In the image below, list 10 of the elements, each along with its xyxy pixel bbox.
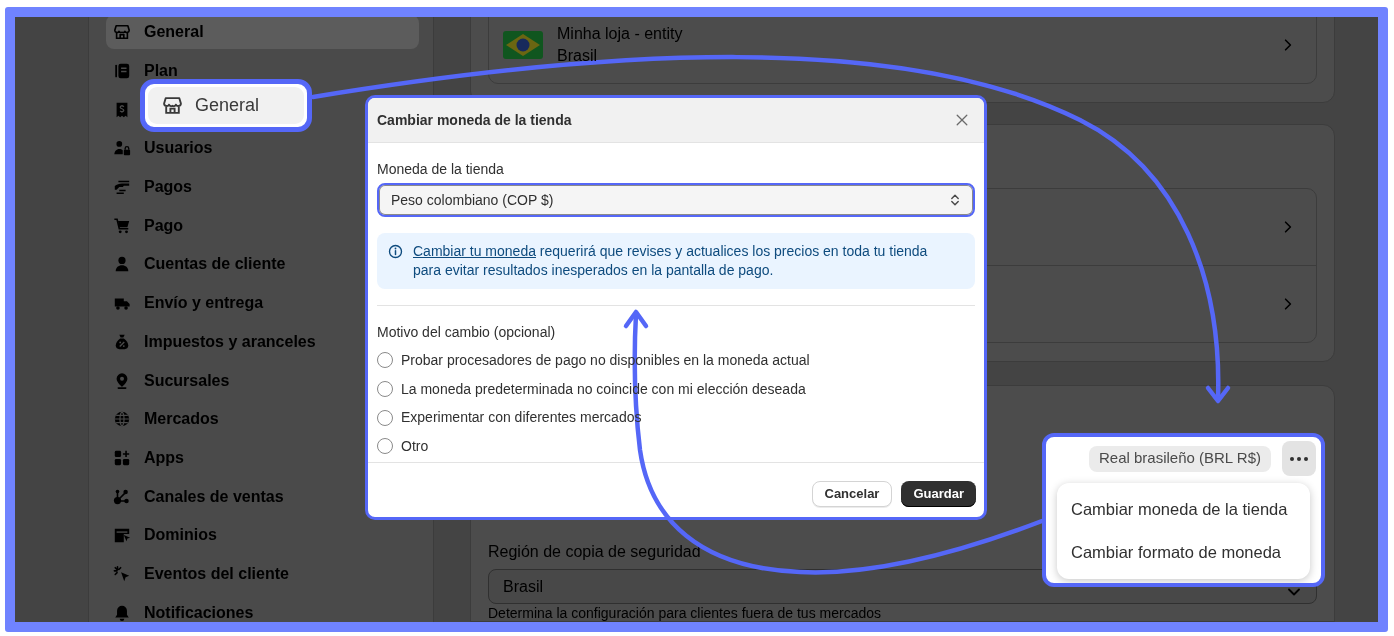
store-country: Brasil bbox=[557, 46, 597, 66]
field-label: Motivo del cambio (opcional) bbox=[377, 324, 556, 341]
radio-label: Otro bbox=[401, 436, 429, 456]
region-label: Región de copia de seguridad bbox=[488, 543, 701, 561]
notice-text: Cambiar tu moneda requerirá que revises y actualices los precios en toda tu tienda para evitar resultados inesperados en la pantalla de pago. bbox=[413, 242, 929, 280]
store-name: Minha loja - entity bbox=[557, 24, 683, 44]
help-text: Determina la configuración para clientes fuera de tus mercados bbox=[488, 606, 881, 621]
field-label: Moneda de la tienda bbox=[377, 161, 504, 177]
dialog-title: Cambiar moneda de la tienda bbox=[377, 110, 572, 130]
currency-badge: Real brasileño (BRL R$) bbox=[1089, 445, 1271, 472]
